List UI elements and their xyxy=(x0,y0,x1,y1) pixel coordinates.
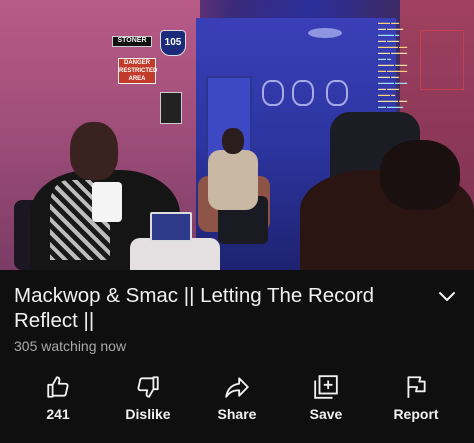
live-viewer-count: 305 watching now xyxy=(14,338,127,354)
wall-poster xyxy=(160,92,182,124)
flag-icon xyxy=(407,376,426,398)
chevron-down-icon[interactable] xyxy=(438,290,456,304)
share-arrow-icon xyxy=(225,377,249,398)
video-title[interactable]: Mackwop & Smac || Letting The Record Ref… xyxy=(14,283,414,333)
laptop xyxy=(150,212,192,242)
wall-art xyxy=(262,80,382,110)
person-left-shirt xyxy=(92,182,122,222)
like-button[interactable]: 241 xyxy=(18,368,98,426)
save-label: Save xyxy=(309,406,343,422)
dislike-button[interactable]: Dislike xyxy=(108,368,188,426)
person-left-head xyxy=(70,122,118,180)
report-label: Report xyxy=(393,406,439,422)
person-middle-head xyxy=(222,128,244,154)
sign-stoner: STONER xyxy=(112,36,152,47)
person-left-pants xyxy=(130,238,220,270)
add-to-playlist-icon xyxy=(314,375,338,399)
like-count: 241 xyxy=(46,406,70,422)
dislike-label: Dislike xyxy=(125,406,171,422)
person-right-head xyxy=(380,140,460,210)
thumbs-down-icon xyxy=(137,376,159,398)
thumbs-up-icon xyxy=(47,376,69,398)
video-player[interactable]: STONER 105 DANGER RESTRICTED AREA ▬▬▬ ▬▬… xyxy=(0,0,474,270)
share-label: Share xyxy=(217,406,257,422)
action-bar: 241 Dislike Share Save Report xyxy=(0,368,474,428)
ceiling-lamp xyxy=(308,28,342,38)
share-button[interactable]: Share xyxy=(197,368,277,426)
sign-danger: DANGER RESTRICTED AREA xyxy=(118,58,158,84)
sign-route-105: 105 xyxy=(160,30,186,56)
person-middle-body xyxy=(208,150,258,210)
save-button[interactable]: Save xyxy=(286,368,366,426)
report-button[interactable]: Report xyxy=(376,368,456,426)
